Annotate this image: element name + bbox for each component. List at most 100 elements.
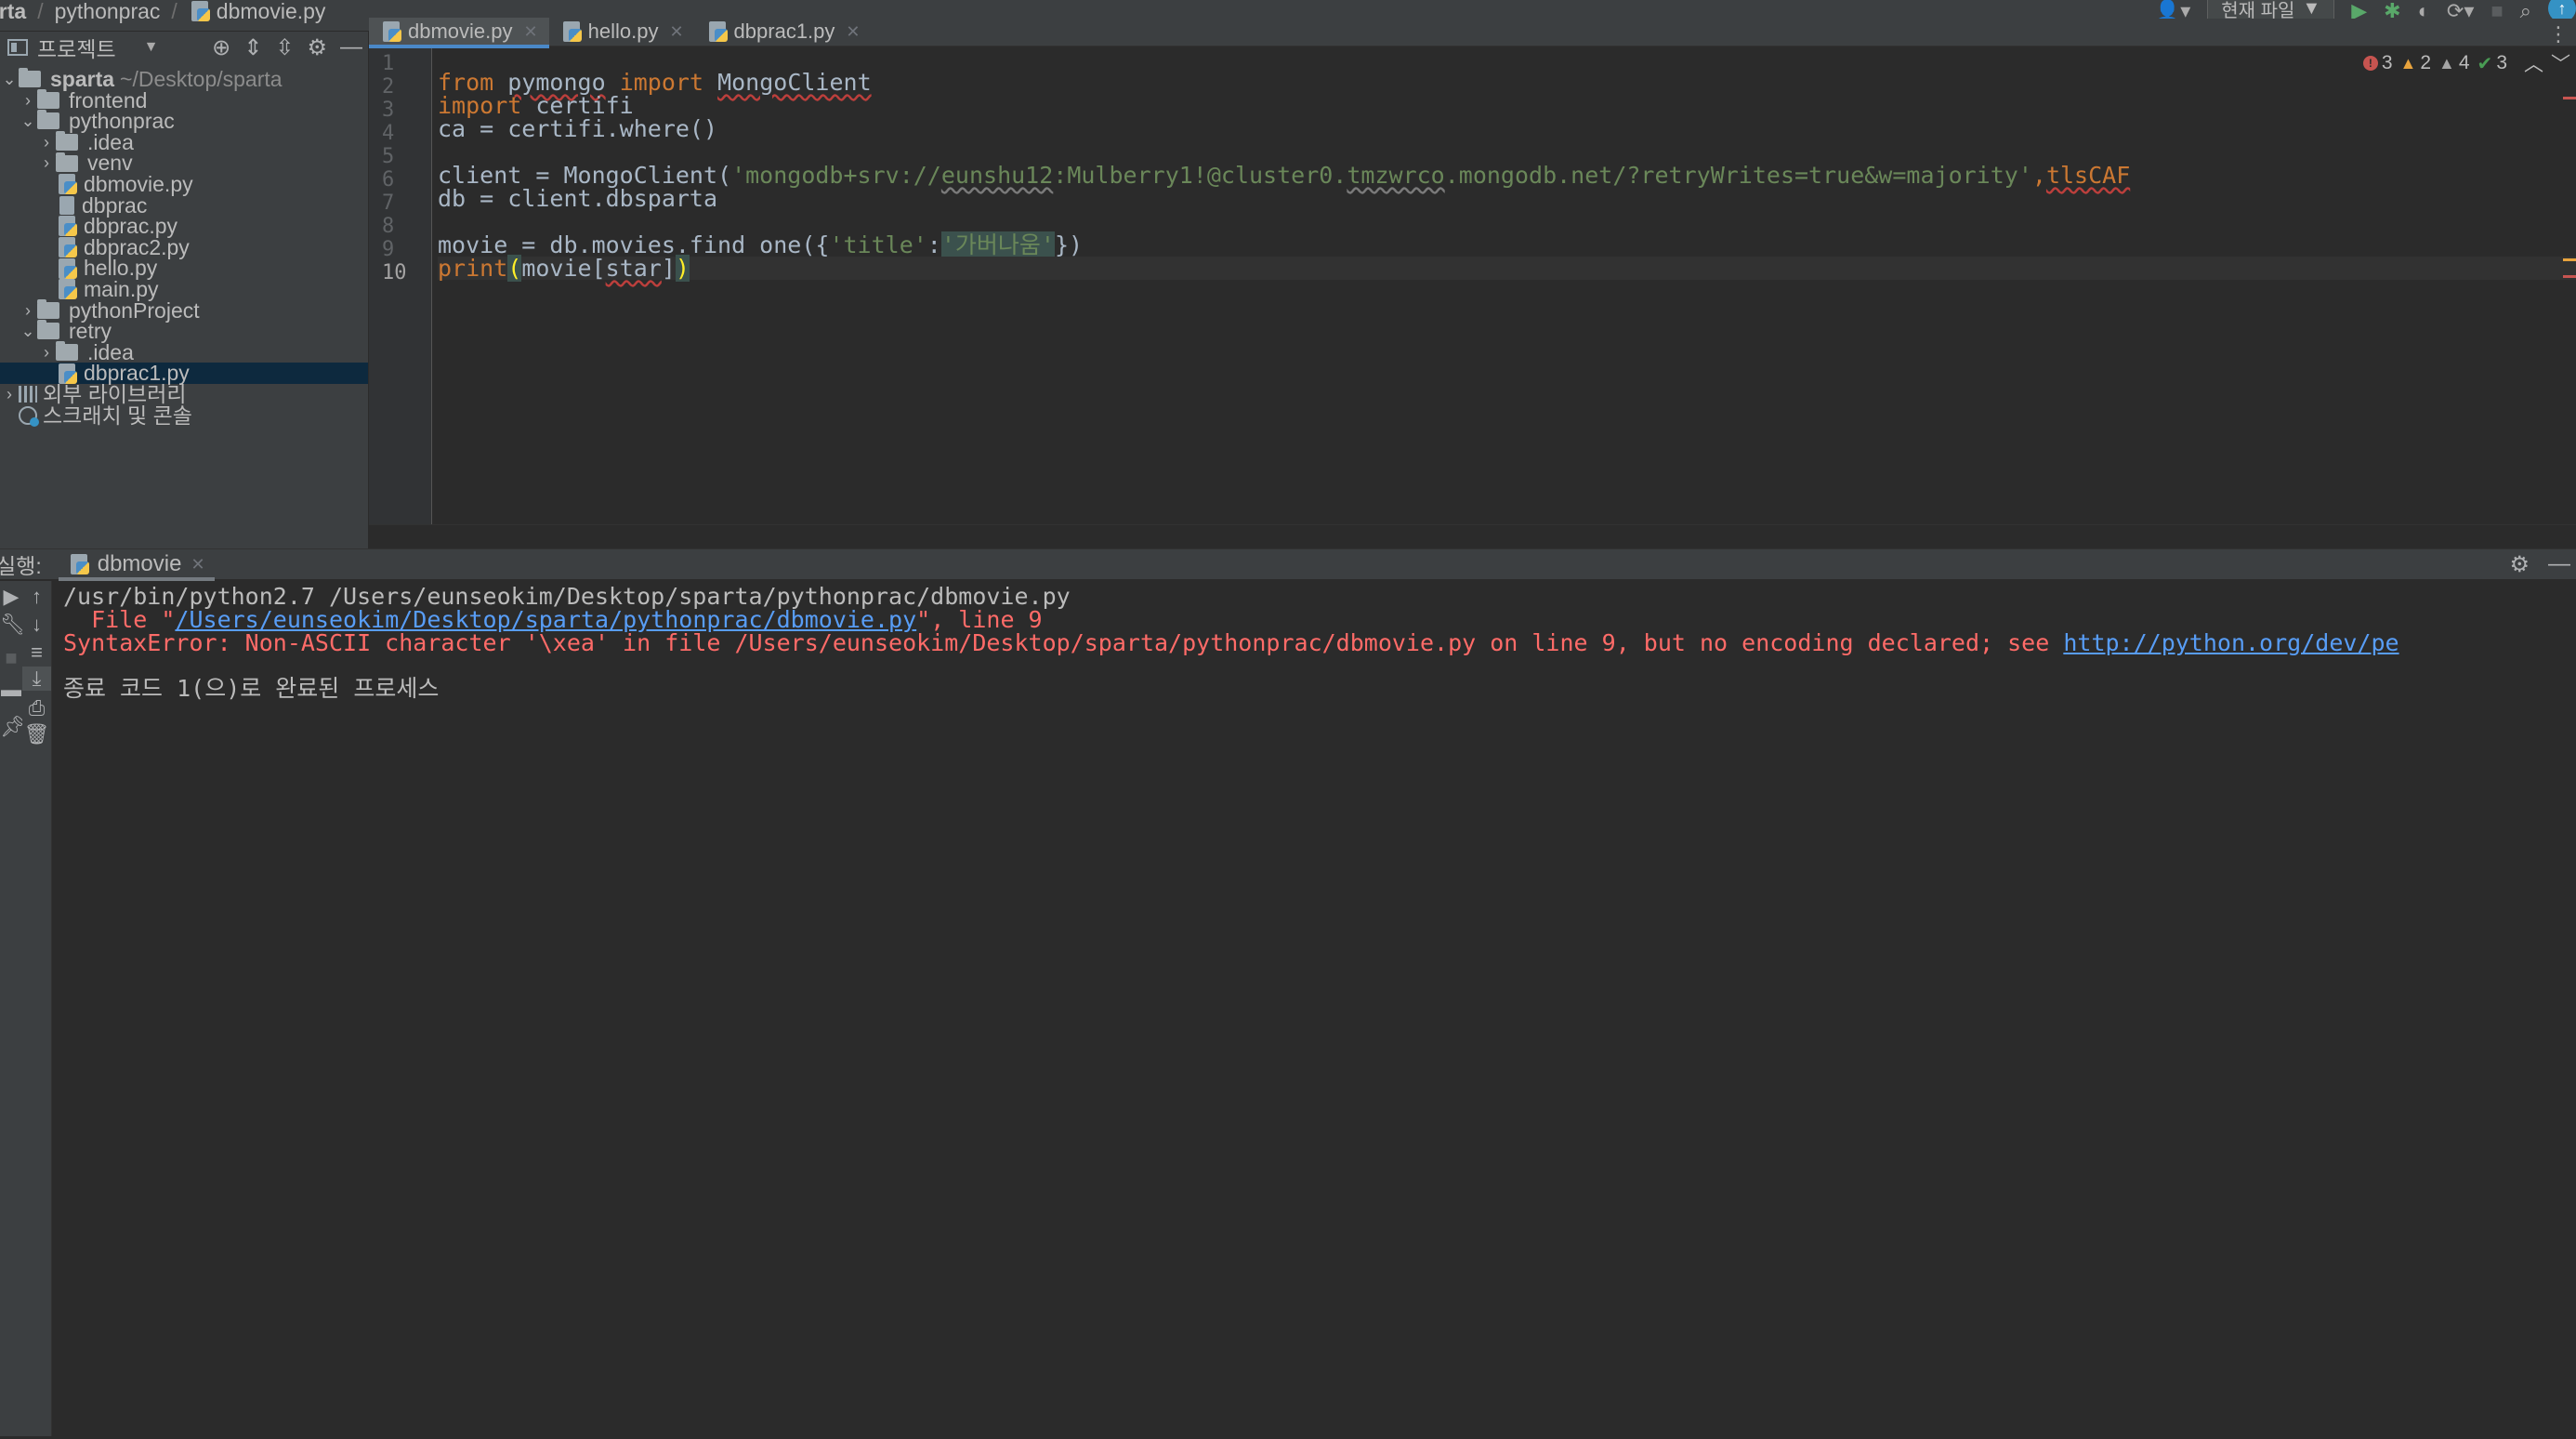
chevron-down-icon[interactable]: ⌄ <box>19 321 37 342</box>
tree-item-venv[interactable]: › venv <box>0 152 368 174</box>
code-editor[interactable]: 1 2 3 4 5 6 7 8 9 10 from pymongo import… <box>369 48 2576 524</box>
tree-item-label: retry <box>69 319 112 344</box>
chevron-down-icon[interactable]: ﹀ <box>2551 49 2570 77</box>
close-icon[interactable]: ✕ <box>191 555 204 574</box>
tree-item-hello-py[interactable]: hello.py <box>0 257 368 279</box>
layout-icon[interactable]: ▬ <box>0 678 22 702</box>
run-panel-header: 실행: dbmovie ✕ ⚙ — <box>0 549 2576 581</box>
weak-warning-count[interactable]: ▲ 4 <box>2438 52 2470 74</box>
line-number: 5 <box>382 145 395 168</box>
tree-item-pythonprac[interactable]: ⌄ pythonprac <box>0 110 368 132</box>
tree-item-frontend[interactable]: › frontend <box>0 87 368 112</box>
tab-hello-py[interactable]: hello.py ✕ <box>549 18 695 46</box>
tree-item-external-libraries[interactable]: › 외부 라이브러리 <box>0 384 368 405</box>
breadcrumb-item-folder[interactable]: pythonprac <box>55 0 161 24</box>
expand-all-icon[interactable]: ⇕ <box>243 34 262 61</box>
pin-icon[interactable]: 📌︎ <box>0 715 26 739</box>
project-panel-actions: ⊕ ⇕ ⇳ ⚙ — <box>212 32 362 63</box>
tree-item-dbprac-py[interactable]: dbprac.py <box>0 216 368 237</box>
tree-item-label: venv <box>87 151 133 176</box>
library-icon <box>19 386 37 403</box>
chevron-down-icon[interactable]: ▼ <box>144 39 159 56</box>
keyword-argument-token: tlsCAF <box>2045 162 2131 189</box>
arrow-up-icon[interactable]: ↑ <box>22 585 51 609</box>
hide-panel-icon[interactable]: — <box>340 34 362 60</box>
tab-dbmovie-py[interactable]: dbmovie.py ✕ <box>369 18 549 48</box>
class-token: MongoClient <box>717 69 872 96</box>
scroll-to-end-icon[interactable]: ⤓ <box>22 667 51 691</box>
breadcrumb-item-project[interactable]: arta <box>0 0 26 24</box>
editor-tab-bar: dbmovie.py ✕ hello.py ✕ dbprac1.py ✕ ⋮ <box>369 18 2576 48</box>
wrench-icon[interactable]: 🔧︎ <box>0 613 26 637</box>
code-token: movie[ <box>521 255 606 282</box>
tree-item-dbprac2-py[interactable]: dbprac2.py <box>0 234 368 259</box>
tree-item-idea[interactable]: › .idea <box>0 131 368 153</box>
soft-wrap-icon[interactable]: ≡ <box>22 640 51 665</box>
tree-item-dbprac[interactable]: dbprac <box>0 194 368 217</box>
error-stripe-mark[interactable] <box>2563 275 2576 278</box>
tree-item-label: 스크래치 및 콘솔 <box>43 403 192 428</box>
code-line-3: import certifi <box>438 94 634 117</box>
tree-item-sparta[interactable]: ⌄ sparta ~/Desktop/sparta <box>0 67 368 91</box>
chevron-right-icon[interactable]: › <box>0 384 19 405</box>
locate-file-icon[interactable]: ⊕ <box>212 34 230 61</box>
tree-item-label: dbprac2.py <box>84 234 190 259</box>
print-icon[interactable]: ⎙ <box>22 696 51 720</box>
project-view-title[interactable]: 프로젝트 <box>37 32 116 63</box>
tree-item-retry-idea[interactable]: › .idea <box>0 341 368 363</box>
tab-label: dbprac1.py <box>733 20 835 43</box>
trash-icon[interactable]: 🗑︎ <box>22 722 51 746</box>
warning-count[interactable]: ▲ 2 <box>2400 52 2432 74</box>
tree-item-label: sparta <box>50 67 115 91</box>
rerun-icon[interactable]: ▶ <box>0 585 22 609</box>
stop-icon[interactable]: ■ <box>0 646 22 670</box>
code-area[interactable]: from pymongo import MongoClient import c… <box>438 48 2576 524</box>
url-link[interactable]: http://python.org/dev/pe <box>2063 629 2399 656</box>
chevron-down-icon[interactable]: ⌄ <box>0 69 19 90</box>
line-number: 7 <box>382 191 395 215</box>
chevron-right-icon[interactable]: › <box>19 300 37 322</box>
editor-horizontal-scrollbar[interactable] <box>369 524 2576 548</box>
tree-item-main-py[interactable]: main.py <box>0 279 368 300</box>
chevron-right-icon[interactable]: › <box>37 152 56 174</box>
tree-item-dbmovie-py[interactable]: dbmovie.py <box>0 174 368 195</box>
tree-item-dbprac1-py[interactable]: dbprac1.py <box>0 363 368 384</box>
check-icon: ✔ <box>2477 53 2493 74</box>
more-vertical-icon[interactable]: ⋮ <box>2548 22 2569 46</box>
error-count[interactable]: ! 3 <box>2362 52 2393 74</box>
arrow-down-icon[interactable]: ↓ <box>22 613 51 637</box>
tree-item-pythonproject[interactable]: › pythonProject <box>0 298 368 322</box>
close-icon[interactable]: ✕ <box>669 22 683 42</box>
run-tab-dbmovie[interactable]: dbmovie ✕ <box>58 549 215 581</box>
chevron-up-icon[interactable]: ︿ <box>2524 49 2543 77</box>
string-token: :Mulberry1!@cluster0. <box>1053 162 1347 189</box>
tree-item-label: frontend <box>69 87 148 112</box>
tab-label: hello.py <box>587 20 659 43</box>
inspection-widget[interactable]: ! 3 ▲ 2 ▲ 4 ✔ 3 ︿ ﹀ <box>2362 49 2576 77</box>
gear-icon[interactable]: ⚙ <box>307 34 327 61</box>
ok-count-value: 3 <box>2496 52 2507 73</box>
close-icon[interactable]: ✕ <box>846 22 860 42</box>
code-token: : <box>927 231 941 258</box>
gear-icon[interactable]: ⚙ <box>2509 551 2530 578</box>
warning-stripe-mark[interactable] <box>2563 258 2576 261</box>
tree-item-retry[interactable]: ⌄ retry <box>0 319 368 344</box>
collapse-all-icon[interactable]: ⇳ <box>275 34 294 61</box>
code-line-9: movie = db.movies.find_one({'title':'가버나… <box>438 231 1083 258</box>
chevron-right-icon[interactable]: › <box>37 342 56 363</box>
string-token: eunshu12 <box>940 162 1054 189</box>
hide-panel-icon[interactable]: — <box>2548 551 2570 577</box>
warning-count-value: 2 <box>2420 52 2432 73</box>
ok-count[interactable]: ✔ 3 <box>2477 52 2507 75</box>
tree-item-scratches[interactable]: 스크래치 및 콘솔 <box>0 403 368 428</box>
tree-item-label: hello.py <box>84 256 158 281</box>
chevron-right-icon[interactable]: › <box>19 90 37 112</box>
error-stripe-mark[interactable] <box>2563 97 2576 99</box>
console-output[interactable]: /usr/bin/python2.7 /Users/eunseokim/Desk… <box>63 581 2576 743</box>
tab-dbprac1-py[interactable]: dbprac1.py ✕ <box>695 18 872 46</box>
close-icon[interactable]: ✕ <box>524 22 538 42</box>
breadcrumb-item-file[interactable]: dbmovie.py <box>217 0 326 24</box>
chevron-right-icon[interactable]: › <box>37 132 56 153</box>
chevron-down-icon[interactable]: ⌄ <box>19 111 37 132</box>
weak-warning-count-value: 4 <box>2458 52 2470 73</box>
